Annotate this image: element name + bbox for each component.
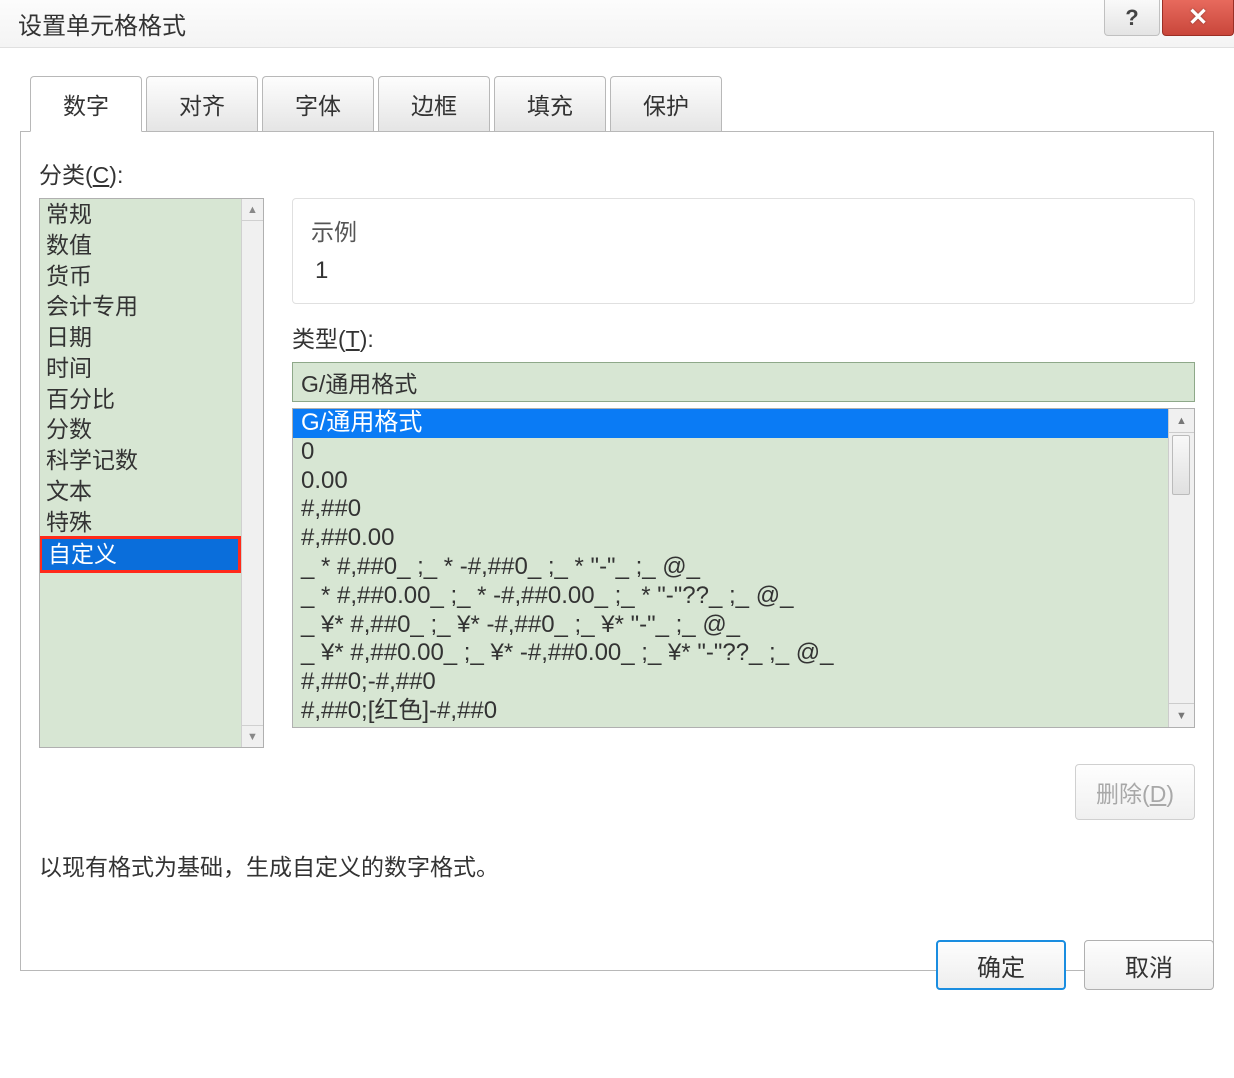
category-item-scientific[interactable]: 科学记数 <box>40 445 240 476</box>
category-item-special[interactable]: 特殊 <box>40 507 240 538</box>
dialog-title: 设置单元格格式 <box>18 6 186 41</box>
format-cells-dialog: 设置单元格格式 ? ✕ 数字 对齐 字体 边框 填充 保护 分类(C): 常规 … <box>0 0 1234 1078</box>
tabs-row: 数字 对齐 字体 边框 填充 保护 <box>30 76 1214 131</box>
category-list-inner: 常规 数值 货币 会计专用 日期 时间 百分比 分数 科学记数 文本 特殊 自定… <box>40 199 240 747</box>
tab-alignment[interactable]: 对齐 <box>146 76 258 131</box>
type-listbox[interactable]: G/通用格式 0 0.00 #,##0 #,##0.00 _ * #,##0_ … <box>292 408 1195 728</box>
help-button[interactable]: ? <box>1104 0 1160 36</box>
type-item[interactable]: #,##0;-#,##0 <box>293 668 1194 697</box>
tab-fill[interactable]: 填充 <box>494 76 606 131</box>
category-item-time[interactable]: 时间 <box>40 353 240 384</box>
category-listbox[interactable]: 常规 数值 货币 会计专用 日期 时间 百分比 分数 科学记数 文本 特殊 自定… <box>39 198 264 748</box>
scroll-down-icon[interactable]: ▼ <box>1169 703 1194 727</box>
tab-protection[interactable]: 保护 <box>610 76 722 131</box>
scroll-down-icon[interactable]: ▼ <box>242 725 263 747</box>
type-input[interactable] <box>292 362 1195 402</box>
titlebar: 设置单元格格式 ? ✕ <box>0 0 1234 48</box>
category-item-accounting[interactable]: 会计专用 <box>40 291 240 322</box>
category-item-fraction[interactable]: 分数 <box>40 414 240 445</box>
tab-font[interactable]: 字体 <box>262 76 374 131</box>
delete-button: 删除(D) <box>1075 764 1195 820</box>
main-layout: 常规 数值 货币 会计专用 日期 时间 百分比 分数 科学记数 文本 特殊 自定… <box>39 198 1195 820</box>
example-box: 示例 1 <box>292 198 1195 304</box>
type-item[interactable]: _ * #,##0.00_ ;_ * -#,##0.00_ ;_ * "-"??… <box>293 582 1194 611</box>
category-item-custom[interactable]: 自定义 <box>39 536 241 573</box>
cancel-button[interactable]: 取消 <box>1084 940 1214 990</box>
type-label: 类型(T): <box>292 320 1195 354</box>
category-item-general[interactable]: 常规 <box>40 199 240 230</box>
example-value: 1 <box>311 257 1176 285</box>
category-item-text[interactable]: 文本 <box>40 476 240 507</box>
type-item[interactable]: _ * #,##0_ ;_ * -#,##0_ ;_ * "-"_ ;_ @_ <box>293 553 1194 582</box>
type-scrollbar[interactable]: ▲ ▼ <box>1168 409 1194 727</box>
type-item[interactable]: #,##0.00 <box>293 524 1194 553</box>
close-button[interactable]: ✕ <box>1162 0 1234 36</box>
tab-panel-number: 分类(C): 常规 数值 货币 会计专用 日期 时间 百分比 分数 科学记数 文… <box>20 131 1214 971</box>
description-text: 以现有格式为基础，生成自定义的数字格式。 <box>39 848 1195 882</box>
dialog-footer: 确定 取消 <box>936 940 1214 990</box>
type-item[interactable]: _ ¥* #,##0.00_ ;_ ¥* -#,##0.00_ ;_ ¥* "-… <box>293 639 1194 668</box>
type-item[interactable]: 0 <box>293 438 1194 467</box>
right-column: 示例 1 类型(T): G/通用格式 0 0.00 #,##0 #,## <box>292 198 1195 820</box>
category-item-currency[interactable]: 货币 <box>40 261 240 292</box>
category-item-percentage[interactable]: 百分比 <box>40 384 240 415</box>
type-item[interactable]: _ ¥* #,##0_ ;_ ¥* -#,##0_ ;_ ¥* "-"_ ;_ … <box>293 611 1194 640</box>
close-icon: ✕ <box>1188 3 1208 32</box>
type-list-inner: G/通用格式 0 0.00 #,##0 #,##0.00 _ * #,##0_ … <box>293 409 1194 727</box>
type-item[interactable]: #,##0;[红色]-#,##0 <box>293 697 1194 726</box>
ok-button[interactable]: 确定 <box>936 940 1066 990</box>
category-item-number[interactable]: 数值 <box>40 230 240 261</box>
titlebar-controls: ? ✕ <box>1104 0 1234 36</box>
category-item-date[interactable]: 日期 <box>40 322 240 353</box>
tab-border[interactable]: 边框 <box>378 76 490 131</box>
dialog-content: 数字 对齐 字体 边框 填充 保护 分类(C): 常规 数值 货币 会计专用 日… <box>0 48 1234 1008</box>
help-icon: ? <box>1125 5 1138 31</box>
example-label: 示例 <box>311 213 1176 247</box>
scroll-up-icon[interactable]: ▲ <box>242 199 263 221</box>
tab-number[interactable]: 数字 <box>30 76 142 132</box>
delete-row: 删除(D) <box>292 764 1195 820</box>
category-scrollbar[interactable]: ▲ ▼ <box>241 199 263 747</box>
type-item[interactable]: #,##0 <box>293 495 1194 524</box>
category-label: 分类(C): <box>39 156 1195 190</box>
type-item[interactable]: G/通用格式 <box>293 409 1194 438</box>
scroll-thumb[interactable] <box>1172 435 1190 495</box>
scroll-up-icon[interactable]: ▲ <box>1169 409 1194 433</box>
type-item[interactable]: 0.00 <box>293 467 1194 496</box>
